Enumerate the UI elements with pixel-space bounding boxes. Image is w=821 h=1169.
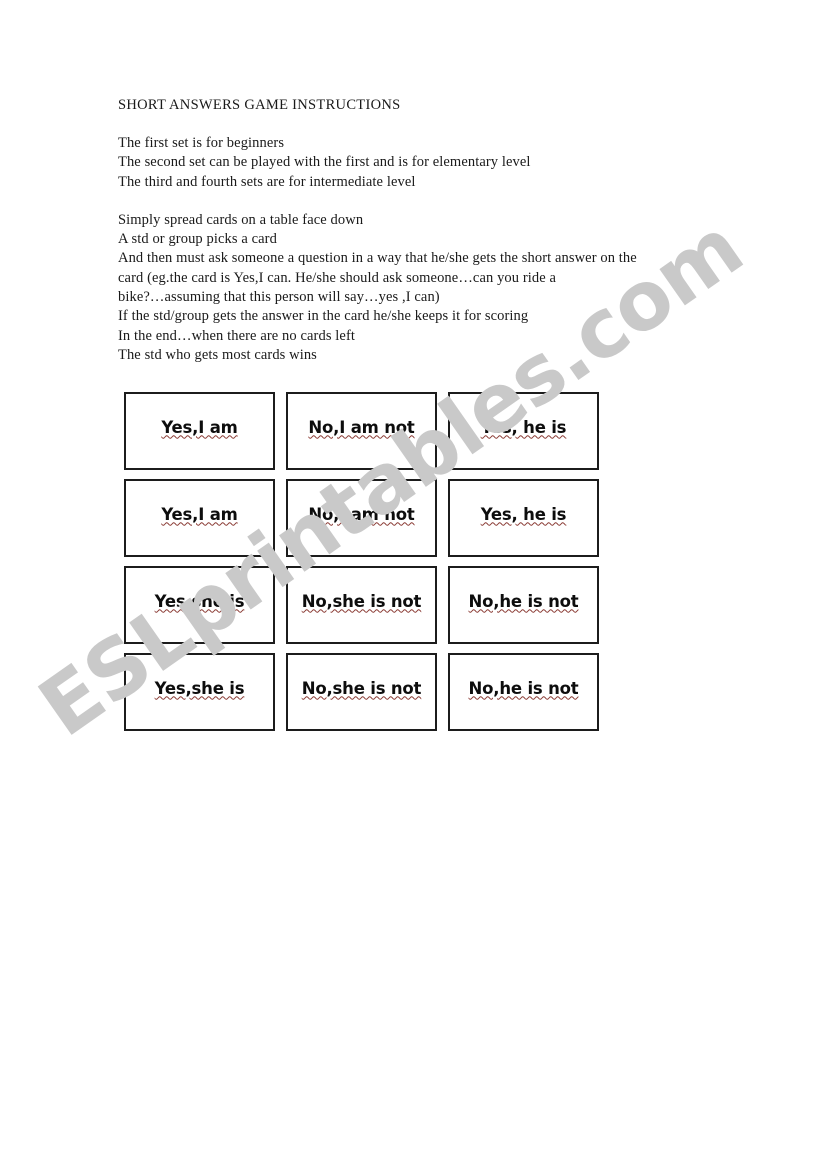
answer-card-text: Yes, he is <box>480 417 567 437</box>
answer-card: No,I am not <box>286 392 437 470</box>
instruction-line: And then must ask someone a question in … <box>118 250 637 267</box>
instruction-line: The third and fourth sets are for interm… <box>118 173 416 190</box>
answer-card: No,he is not <box>448 653 599 731</box>
answer-card: No,she is not <box>286 566 437 644</box>
instruction-line: The std who gets most cards wins <box>118 346 317 363</box>
answer-card: No,he is not <box>448 566 599 644</box>
instructions-text-block: SHORT ANSWERS GAME INSTRUCTIONS The firs… <box>118 96 718 365</box>
instruction-line: Simply spread cards on a table face down <box>118 211 364 228</box>
answer-card: Yes,she is <box>124 653 275 731</box>
answer-card: Yes,she is <box>124 566 275 644</box>
instruction-line: A std or group picks a card <box>118 231 277 248</box>
paragraph-levels: The first set is for beginners The secon… <box>118 134 718 192</box>
answer-card-text: Yes, he is <box>480 504 567 524</box>
instruction-line: The second set can be played with the fi… <box>118 154 531 171</box>
instruction-line: If the std/group gets the answer in the … <box>118 308 529 325</box>
instruction-line: The first set is for beginners <box>118 135 285 151</box>
answer-card: Yes,I am <box>124 479 275 557</box>
answer-card: Yes, he is <box>448 479 599 557</box>
worksheet-page: SHORT ANSWERS GAME INSTRUCTIONS The firs… <box>0 0 821 1169</box>
card-row: Yes,she is No,she is not No,he is not <box>124 653 599 731</box>
answer-card-text: No,he is not <box>468 678 579 698</box>
answer-card-text: Yes,I am <box>161 417 238 437</box>
card-row: Yes,she is No,she is not No,he is not <box>124 566 599 644</box>
answer-card-text: Yes,she is <box>154 678 245 698</box>
paragraph-gameplay: Simply spread cards on a table face down… <box>118 211 718 365</box>
answer-card: No,she is not <box>286 653 437 731</box>
answer-card-grid: Yes,I am No,I am not Yes, he is Yes,I am… <box>124 392 599 731</box>
instruction-line: In the end…when there are no cards left <box>118 327 356 344</box>
answer-card: Yes, he is <box>448 392 599 470</box>
instruction-line: bike?…assuming that this person will say… <box>118 289 440 306</box>
answer-card-text: No,she is not <box>301 591 422 611</box>
answer-card: Yes,I am <box>124 392 275 470</box>
answer-card-text: Yes,she is <box>154 591 245 611</box>
page-title: SHORT ANSWERS GAME INSTRUCTIONS <box>118 97 401 113</box>
answer-card-text: No,he is not <box>468 591 579 611</box>
answer-card-text: No,I am not <box>308 504 415 524</box>
answer-card-text: No,I am not <box>308 417 415 437</box>
instruction-line: card (eg.the card is Yes,I can. He/she s… <box>118 269 557 286</box>
answer-card-text: No,she is not <box>301 678 422 698</box>
answer-card-text: Yes,I am <box>161 504 238 524</box>
card-row: Yes,I am No,I am not Yes, he is <box>124 479 599 557</box>
card-row: Yes,I am No,I am not Yes, he is <box>124 392 599 470</box>
answer-card: No,I am not <box>286 479 437 557</box>
